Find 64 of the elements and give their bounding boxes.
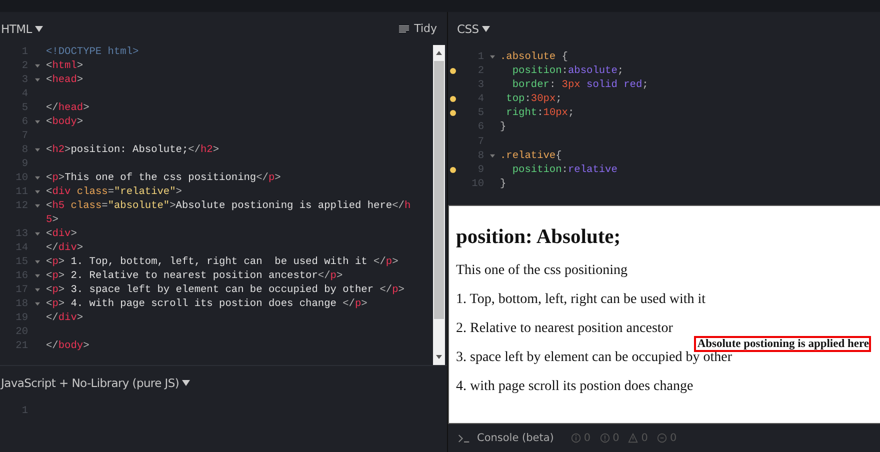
- code-line: <div class="relative">: [46, 185, 182, 199]
- caret-icon[interactable]: [482, 26, 490, 32]
- code-line: <body>: [46, 115, 84, 129]
- result-paragraph: 3. space left by element can be occupied by other: [456, 350, 732, 365]
- result-paragraph: This one of the css positioning: [456, 263, 628, 278]
- fold-icon[interactable]: [34, 190, 40, 194]
- code-line: <p> 4. with page scroll its postion does change </p>: [46, 297, 368, 311]
- result-paragraph: 2. Relative to nearest position ancestor: [456, 321, 673, 336]
- fold-icon[interactable]: [34, 288, 40, 292]
- code-line: .relative{: [500, 148, 562, 163]
- scroll-up-icon[interactable]: [434, 49, 444, 57]
- result-paragraph: 1. Top, bottom, left, right can be used with it: [456, 292, 706, 307]
- code-line: }: [500, 176, 506, 191]
- caret-icon[interactable]: [182, 380, 190, 386]
- code-line: </body>: [46, 339, 90, 353]
- fold-icon[interactable]: [34, 274, 40, 278]
- panel-title[interactable]: HTML: [1, 22, 32, 36]
- fold-icon[interactable]: [34, 120, 40, 124]
- code-line: </head>: [46, 101, 90, 115]
- log-icon[interactable]: [656, 433, 667, 443]
- code-line: position:absolute;: [511, 64, 624, 78]
- caret-icon[interactable]: [34, 26, 43, 32]
- code-line: <div>: [46, 227, 77, 241]
- console-label[interactable]: Console (beta): [477, 432, 554, 444]
- fold-icon[interactable]: [34, 204, 40, 208]
- result-paragraph: 4. with page scroll its postion does change: [456, 379, 694, 394]
- scroll-down-icon[interactable]: [434, 353, 444, 361]
- fold-icon[interactable]: [34, 260, 40, 264]
- code-line: <p> 3. space left by element can be occupied by other </p>: [46, 283, 404, 297]
- panel-title[interactable]: CSS: [457, 22, 479, 36]
- scrollbar[interactable]: [433, 45, 445, 365]
- code-line: <p> 1. Top, bottom, left, right can be used with it </p>: [46, 255, 398, 269]
- code-line: }: [500, 120, 506, 135]
- error-icon[interactable]: [600, 433, 610, 443]
- fold-icon[interactable]: [490, 154, 494, 158]
- info-icon[interactable]: [570, 433, 581, 443]
- code-line: .absolute {: [500, 50, 568, 64]
- code-line: <!DOCTYPE html>: [46, 45, 139, 59]
- code-line: </div>: [46, 241, 84, 255]
- code-line: <head>: [46, 73, 84, 87]
- code-line: right:10px;: [505, 106, 574, 120]
- fold-icon[interactable]: [34, 64, 40, 68]
- absolute-box: Absolute postioning is applied here: [694, 336, 871, 352]
- code-line: </div>: [46, 311, 84, 325]
- fold-icon[interactable]: [34, 302, 40, 306]
- prompt-icon: [458, 434, 470, 442]
- fold-icon[interactable]: [34, 232, 40, 236]
- code-line: <h5 class="absolute">Absolute postioning is applied here</h 5>: [46, 199, 411, 227]
- fold-icon[interactable]: [34, 176, 40, 180]
- code-line: <p>This one of the css positioning</p>: [46, 171, 281, 185]
- result-heading: position: Absolute;: [456, 226, 621, 249]
- code-line: position:relative: [511, 162, 618, 177]
- code-line: border: 3px solid red;: [511, 78, 648, 92]
- code-line: <p> 2. Relative to nearest position ancestor</p>: [46, 269, 343, 283]
- fold-icon[interactable]: [490, 55, 494, 59]
- lines-icon: [399, 24, 410, 32]
- panel-title[interactable]: JavaScript + No-Library (pure JS): [1, 376, 180, 390]
- code-line: <h2>position: Absolute;</h2>: [46, 143, 220, 157]
- fold-icon[interactable]: [34, 78, 40, 82]
- warning-icon[interactable]: [628, 433, 638, 443]
- code-line: top:30px;: [505, 92, 562, 106]
- code-line: <html>: [46, 59, 84, 73]
- tidy-button[interactable]: Tidy: [397, 20, 439, 37]
- fold-icon[interactable]: [34, 148, 40, 152]
